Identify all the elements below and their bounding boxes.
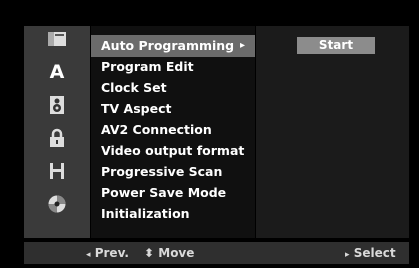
submenu-arrow-icon: ▸ [239,40,245,51]
menu-item-label: Initialization [101,206,190,221]
select-label: Select [353,246,396,260]
menu-item-power-save-mode[interactable]: Power Save Mode [91,182,255,204]
language-a-icon[interactable]: A [24,60,90,84]
menu-item-clock-set[interactable]: Clock Set [91,77,255,99]
film-strip-icon[interactable] [24,159,90,183]
menu-item-label: TV Aspect [101,101,172,116]
menu-item-auto-programming[interactable]: Auto Programming ▸ [91,35,255,57]
setup-menu-screen: A Auto Programming ▸ Program Edit Clock … [0,0,419,268]
menu-item-tv-aspect[interactable]: TV Aspect [91,98,255,120]
menu-item-av2-connection[interactable]: AV2 Connection [91,119,255,141]
select-hint: ▸ Select [345,242,396,266]
prev-hint: ◂ Prev. [86,242,129,266]
menu-item-initialization[interactable]: Initialization [91,203,255,225]
menu-item-label: Power Save Mode [101,185,227,200]
menu-item-label: Auto Programming [101,38,235,53]
navigation-hint-bar: ◂ Prev. ⬍ Move ▸ Select [24,242,409,264]
menu-item-label: AV2 Connection [101,122,212,137]
speaker-icon[interactable] [24,93,90,117]
language-letter: A [49,61,65,83]
menu-item-label: Program Edit [101,59,194,74]
settings-menu: Auto Programming ▸ Program Edit Clock Se… [91,26,255,238]
right-arrow-icon: ▸ [345,250,350,260]
disc-icon[interactable] [24,27,90,51]
category-sidebar: A [24,26,90,238]
prev-label: Prev. [94,246,129,260]
menu-item-label: Video output format [101,143,245,158]
menu-item-program-edit[interactable]: Program Edit [91,56,255,78]
menu-item-label: Clock Set [101,80,167,95]
start-button[interactable]: Start [297,37,375,54]
menu-item-progressive-scan[interactable]: Progressive Scan [91,161,255,183]
menu-item-label: Progressive Scan [101,164,223,179]
move-label: Move [158,246,195,260]
move-hint: ⬍ Move [144,242,194,264]
left-arrow-icon: ◂ [86,250,91,260]
menu-item-video-output-format[interactable]: Video output format [91,140,255,162]
others-disc-icon[interactable] [24,192,90,216]
option-pane: Start [256,26,409,238]
up-down-arrows-icon: ⬍ [144,246,155,260]
lock-icon[interactable] [24,126,90,150]
